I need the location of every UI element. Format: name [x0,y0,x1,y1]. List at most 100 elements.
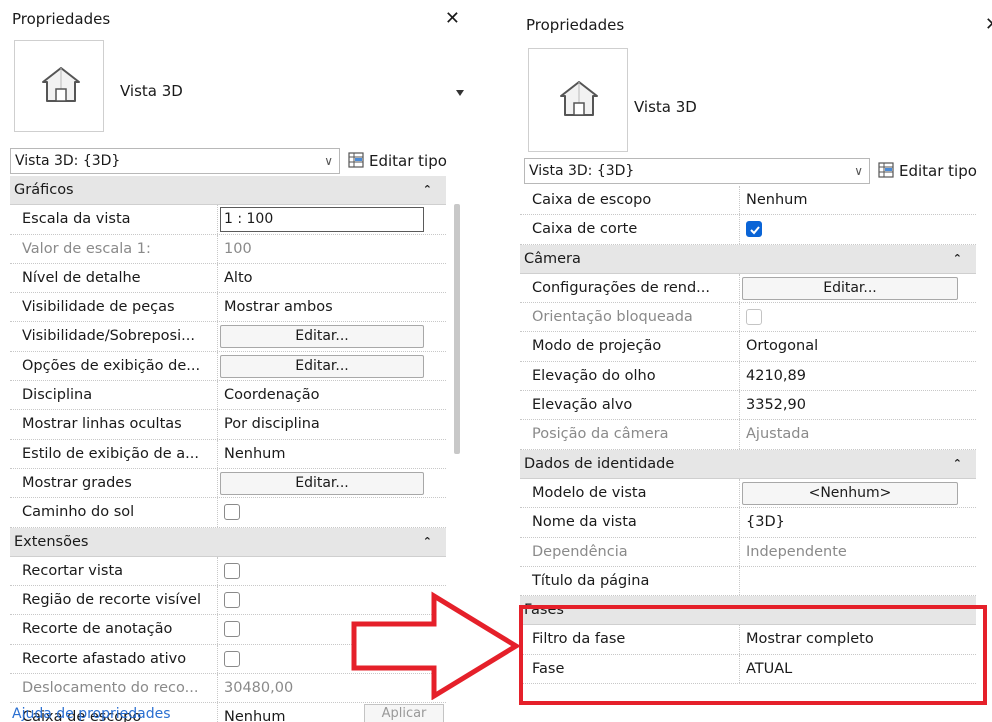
property-value[interactable]: Nenhum [742,186,960,214]
property-row-visibilidade-sobreposi[interactable]: Visibilidade/Sobreposi... Editar... [10,322,446,352]
arrow-right-icon [351,591,520,700]
property-name: Orientação bloqueada [520,303,740,332]
close-icon[interactable]: ✕ [985,10,992,40]
property-value[interactable]: Por disciplina [220,410,420,438]
property-row-titulo-da-pagina[interactable]: Título da página [520,566,976,597]
property-name: Caixa de corte [520,215,740,244]
property-name: Estilo de exibição de a... [10,439,218,468]
type-dropdown-icon[interactable] [456,90,464,96]
property-checkbox[interactable] [224,504,240,521]
category-extensoes[interactable]: Extensões ⌃ [10,527,446,557]
property-value[interactable]: 3352,90 [742,391,960,419]
view-instance-selector[interactable]: Vista 3D: {3D} ∨ [10,148,340,174]
help-link[interactable]: Ajuda de propriedades [12,706,171,722]
property-checkbox[interactable] [224,562,240,579]
property-name: Recortar vista [10,556,218,586]
property-checkbox[interactable] [224,650,240,667]
property-value: 100 [224,240,252,257]
panel-title-bar: Propriedades ✕ [4,4,466,34]
property-value[interactable]: Alto [220,264,420,292]
category-dados-de-identidade[interactable]: Dados de identidade ⌃ [520,449,976,479]
edit-type-button[interactable]: Editar tipo [878,158,977,184]
edit-type-icon [878,162,894,178]
category-label: Extensões [14,533,89,550]
property-row-caixa-de-corte[interactable]: Caixa de corte [520,215,976,245]
highlight-box-fases [519,605,987,705]
property-row-nivel-de-detalhe[interactable]: Nível de detalhe Alto [10,263,446,294]
edit-button[interactable]: Editar... [220,325,424,349]
property-row-elevacao-alvo[interactable]: Elevação alvo 3352,90 [520,391,976,421]
property-checkbox [746,309,762,326]
property-value[interactable]: Mostrar ambos [220,293,420,321]
view-instance-selector[interactable]: Vista 3D: {3D} ∨ [524,158,870,184]
property-row-caixa-de-escopo[interactable]: Caixa de escopo Nenhum [520,186,976,216]
collapse-icon[interactable]: ⌃ [423,528,432,555]
panel-title-bar: Propriedades ✕ [518,10,992,40]
property-name: Caminho do sol [10,498,218,527]
property-value: Ajustada [746,426,810,443]
edit-button[interactable]: Editar... [220,471,424,495]
property-name: Caixa de escopo [520,186,740,215]
property-row-disciplina[interactable]: Disciplina Coordenação [10,381,446,411]
property-name: Região de recorte visível [10,586,218,615]
property-value: Independente [746,543,847,560]
collapse-icon[interactable]: ⌃ [953,245,962,272]
property-value[interactable]: Coordenação [220,381,420,409]
property-checkbox[interactable] [746,221,762,238]
property-row-elevacao-do-olho[interactable]: Elevação do olho 4210,89 [520,361,976,392]
property-value[interactable]: Nenhum [220,440,420,468]
property-value[interactable]: Ortogonal [742,332,960,360]
property-row-orientacao-bloqueada[interactable]: Orientação bloqueada [520,303,976,333]
scrollbar-left[interactable] [454,204,460,454]
category-graficos[interactable]: Gráficos ⌃ [10,176,446,206]
property-row-escala-da-vista[interactable]: Escala da vista 1 : 100 [10,205,446,235]
property-row-modelo-de-vista[interactable]: Modelo de vista <Nenhum> [520,478,976,509]
edit-button[interactable]: Editar... [220,354,424,378]
view-selector-value: Vista 3D: {3D} [529,163,635,179]
property-checkbox[interactable] [224,592,240,609]
property-checkbox[interactable] [224,621,240,638]
property-row-valor-de-escala-1[interactable]: Valor de escala 1: 100 [10,234,446,264]
property-name: Título da página [520,566,740,596]
property-row-dependencia[interactable]: Dependência Independente [520,537,976,567]
type-name: Vista 3D [120,82,183,100]
property-row-opcoes-de-exibicao-de[interactable]: Opções de exibição de... Editar... [10,351,446,382]
property-name: Opções de exibição de... [10,351,218,381]
property-name: Modelo de vista [520,478,740,508]
property-row-posicao-da-camera[interactable]: Posição da câmera Ajustada [520,420,976,450]
property-name: Escala da vista [10,205,218,234]
property-row-nome-da-vista[interactable]: Nome da vista {3D} [520,508,976,538]
property-value[interactable]: {3D} [742,508,960,536]
apply-button[interactable]: Aplicar [364,704,444,722]
edit-type-icon [348,152,364,168]
view-selector-value: Vista 3D: {3D} [15,153,121,169]
property-row-modo-de-projecao[interactable]: Modo de projeção Ortogonal [520,332,976,362]
edit-type-label: Editar tipo [899,162,977,180]
type-thumbnail [14,40,104,132]
property-name: Posição da câmera [520,420,740,449]
category-camera[interactable]: Câmera ⌃ [520,244,976,274]
collapse-icon[interactable]: ⌃ [953,450,962,477]
property-value[interactable] [742,567,960,595]
edit-button[interactable]: <Nenhum> [742,481,958,505]
property-row-estilo-de-exibicao-de-a[interactable]: Estilo de exibição de a... Nenhum [10,439,446,469]
checkmark-icon [750,226,760,235]
edit-type-button[interactable]: Editar tipo [348,148,447,174]
property-row-configuracoes-de-rend[interactable]: Configurações de rend... Editar... [520,273,976,304]
edit-button[interactable]: Editar... [742,276,958,300]
category-label: Gráficos [14,182,74,198]
property-row-mostrar-linhas-ocultas[interactable]: Mostrar linhas ocultas Por disciplina [10,410,446,440]
property-name: Nome da vista [520,508,740,537]
scale-input[interactable]: 1 : 100 [220,207,424,233]
property-name: Mostrar linhas ocultas [10,410,218,439]
property-row-visibilidade-de-pecas[interactable]: Visibilidade de peças Mostrar ambos [10,293,446,323]
collapse-icon[interactable]: ⌃ [423,176,432,203]
close-icon[interactable]: ✕ [445,4,460,34]
property-row-mostrar-grades[interactable]: Mostrar grades Editar... [10,468,446,499]
property-value[interactable]: 4210,89 [742,362,960,390]
property-name: Deslocamento do reco... [10,674,218,703]
house-icon [560,81,598,116]
property-row-caminho-do-sol[interactable]: Caminho do sol [10,498,446,528]
property-row-recortar-vista[interactable]: Recortar vista [10,556,446,587]
property-name: Elevação alvo [520,391,740,420]
